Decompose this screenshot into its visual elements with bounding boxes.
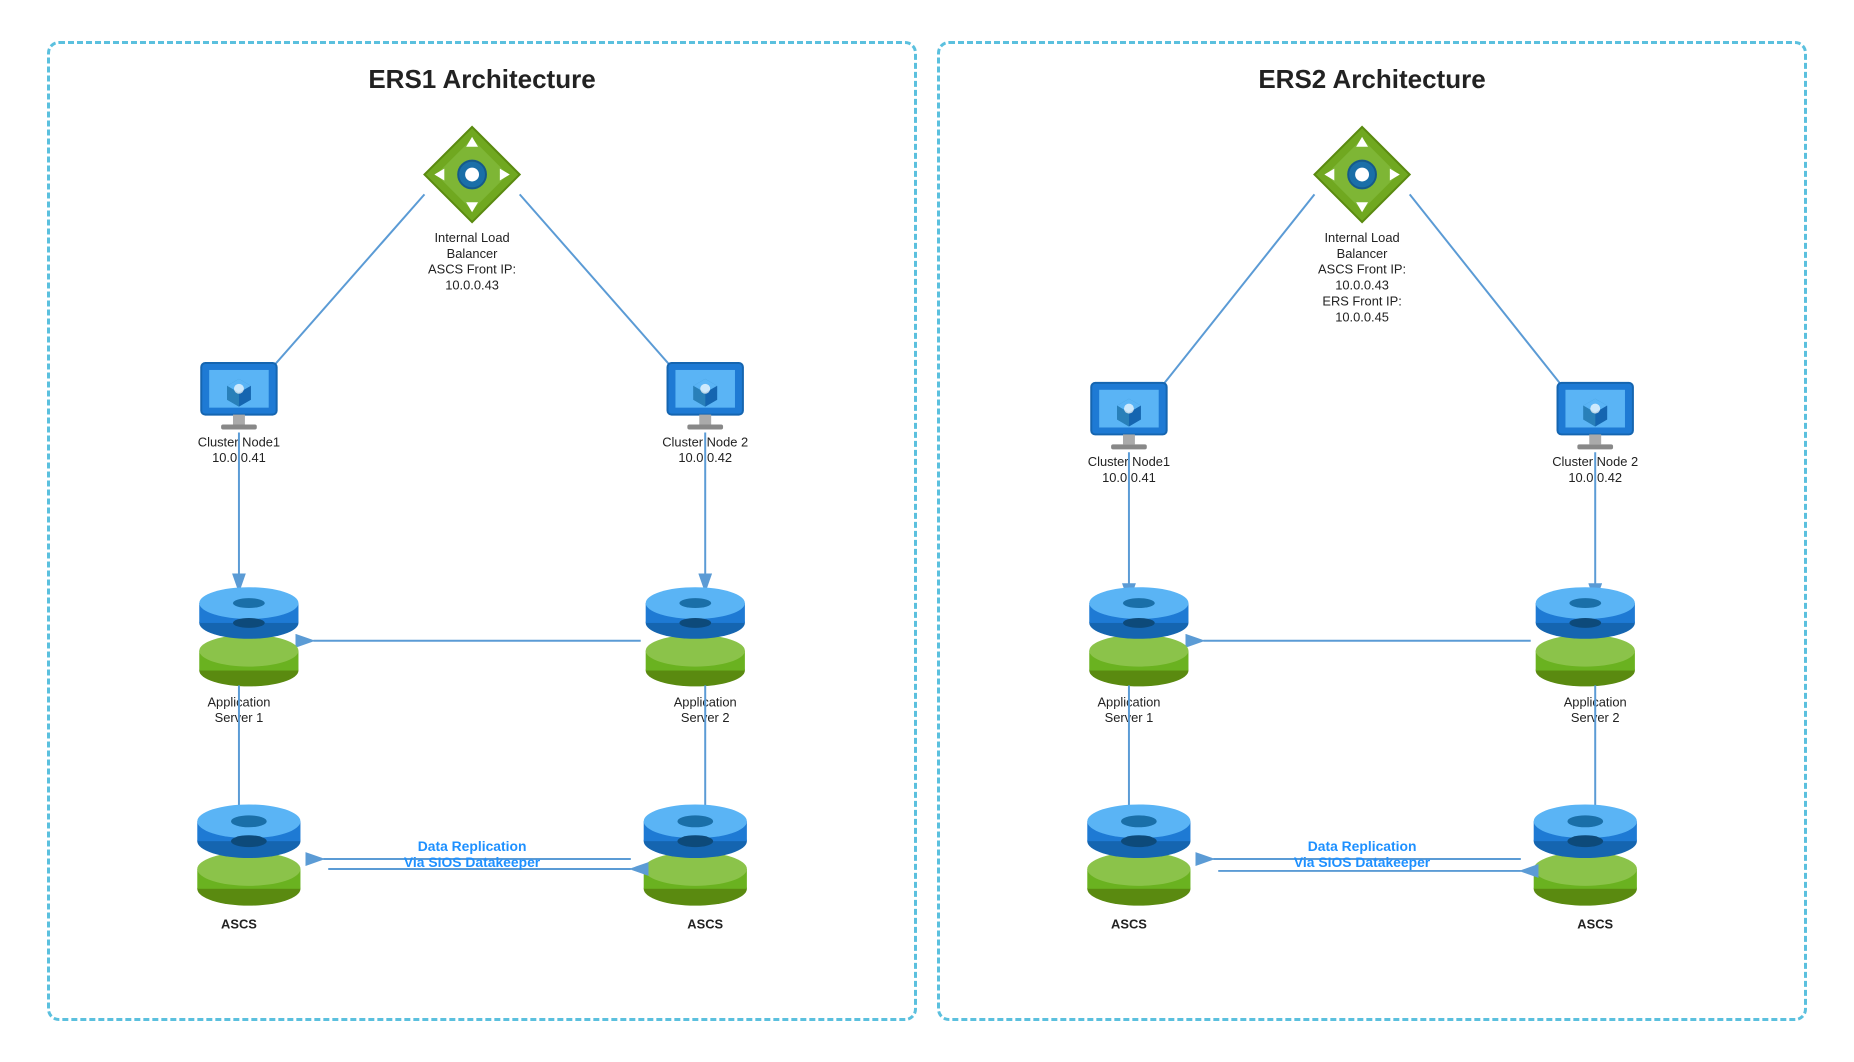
- ers1-appserver1-icon: [199, 587, 298, 686]
- ers2-load-balancer-icon: [1314, 127, 1409, 222]
- ers1-ascs2-icon: [644, 804, 747, 905]
- ers1-title: ERS1 Architecture: [368, 64, 595, 95]
- ers1-ascs1-label: ASCS: [221, 916, 257, 931]
- ers1-box: ERS1 Architecture: [47, 41, 917, 1021]
- ers1-ascs1-icon: [197, 804, 300, 905]
- ers2-data-rep-label1: Data Replication: [1308, 838, 1417, 854]
- ers1-lb-to-node1-line: [259, 194, 425, 382]
- ers1-ascs2-label: ASCS: [687, 916, 723, 931]
- ers2-lb-label6: 10.0.0.45: [1335, 309, 1389, 324]
- ers1-diagram: Internal Load Balancer ASCS Front IP: 10…: [80, 115, 884, 988]
- ers2-title: ERS2 Architecture: [1258, 64, 1485, 95]
- ers2-appserver1-icon: [1089, 587, 1188, 686]
- ers1-data-rep-label1: Data Replication: [418, 838, 527, 854]
- ers1-node1-icon: [201, 363, 276, 429]
- ers2-lb-to-node1-line: [1149, 194, 1315, 402]
- ers1-lb-label3: ASCS Front IP:: [428, 262, 516, 277]
- ers2-node1-icon: [1091, 383, 1166, 449]
- ers1-lb-label2: Balancer: [447, 246, 499, 261]
- ers2-lb-label3: ASCS Front IP:: [1318, 262, 1406, 277]
- ers2-lb-to-node2-line: [1410, 194, 1576, 402]
- ers2-lb-label1: Internal Load: [1324, 230, 1399, 245]
- ers2-ascs1-label: ASCS: [1111, 916, 1147, 931]
- ers2-data-rep-label2: Via SIOS Datakeeper: [1294, 854, 1431, 870]
- ers2-lb-label4: 10.0.0.43: [1335, 278, 1389, 293]
- ers1-lb-label4: 10.0.0.43: [445, 278, 499, 293]
- ers1-data-rep-label2: Via SIOS Datakeeper: [404, 854, 541, 870]
- ers2-ascs2-label: ASCS: [1577, 916, 1613, 931]
- page-container: ERS1 Architecture: [0, 0, 1854, 1062]
- ers2-ascs1-icon: [1087, 804, 1190, 905]
- ers2-box: ERS2 Architecture: [937, 41, 1807, 1021]
- ers1-node2-icon: [668, 363, 743, 429]
- ers1-appserver2-icon: [646, 587, 745, 686]
- ers2-diagram: Internal Load Balancer ASCS Front IP: 10…: [970, 115, 1774, 988]
- ers2-node2-icon: [1558, 383, 1633, 449]
- ers2-appserver2-icon: [1536, 587, 1635, 686]
- ers2-lb-label5: ERS Front IP:: [1322, 293, 1401, 308]
- ers2-ascs2-icon: [1534, 804, 1637, 905]
- ers1-lb-to-node2-line: [520, 194, 686, 382]
- ers2-lb-label2: Balancer: [1337, 246, 1389, 261]
- ers1-load-balancer-icon: [424, 127, 519, 222]
- ers1-lb-label1: Internal Load: [434, 230, 509, 245]
